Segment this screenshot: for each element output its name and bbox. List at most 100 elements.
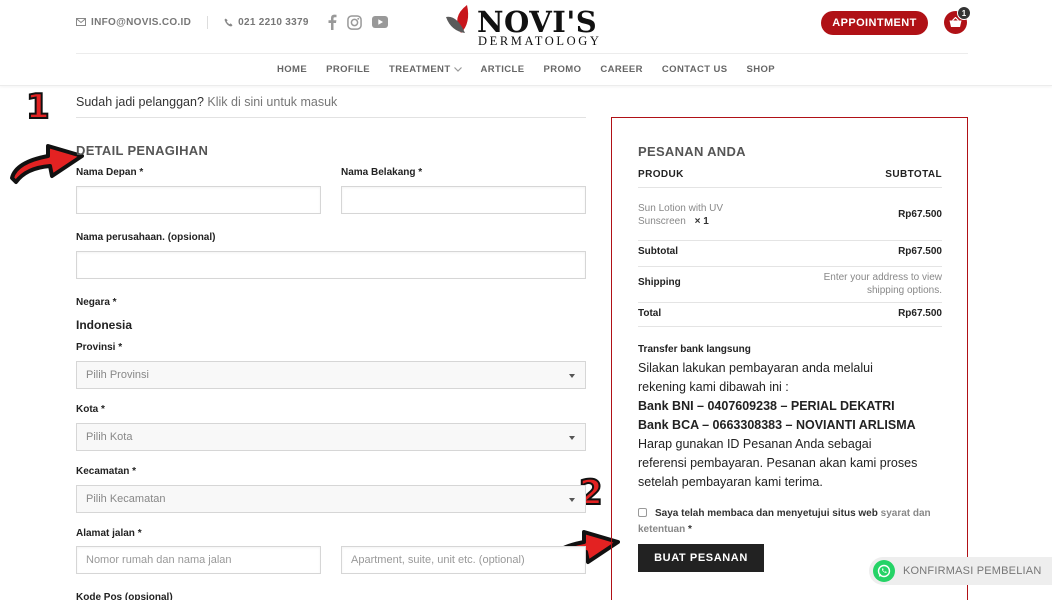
appointment-button[interactable]: APPOINTMENT — [821, 11, 928, 35]
order-item-name-line2: Sunscreen — [638, 216, 686, 227]
youtube-icon[interactable] — [371, 16, 388, 28]
shipping-note: Enter your address to view shipping opti… — [824, 271, 942, 297]
payment-instructions-3: Harap gunakan ID Pesanan Anda sebagai — [638, 437, 872, 451]
whatsapp-label: KONFIRMASI PEMBELIAN — [903, 565, 1042, 577]
login-link[interactable]: Klik di sini untuk masuk — [207, 95, 337, 109]
caret-down-icon — [569, 436, 575, 440]
province-placeholder: Pilih Provinsi — [86, 369, 149, 381]
nav-treatment[interactable]: TREATMENT — [389, 64, 462, 75]
first-name-input[interactable] — [76, 186, 321, 214]
order-item-price: Rp67.500 — [898, 209, 942, 220]
terms-required-mark: * — [688, 524, 692, 535]
site-header: INFO@NOVIS.CO.ID 021 2210 3379 NOVI'S DE… — [0, 0, 1052, 86]
order-divider — [638, 187, 942, 188]
shipping-note-line2: shipping options. — [866, 285, 942, 296]
bank-bca: Bank BCA – 0663308383 – NOVIANTI ARLISMA — [638, 418, 916, 432]
address-line2-placeholder: Apartment, suite, unit etc. (optional) — [351, 554, 525, 566]
postcode-label: Kode Pos (opsional) — [76, 592, 173, 600]
email-text: INFO@NOVIS.CO.ID — [91, 16, 192, 28]
caret-down-icon — [569, 374, 575, 378]
bank-bni: Bank BNI – 0407609238 – PERIAL DEKATRI — [638, 399, 895, 413]
terms-text: Saya telah membaca dan menyetujui situs … — [655, 508, 878, 519]
nav-treatment-label: TREATMENT — [389, 64, 451, 75]
payment-instructions-1: Silakan lakukan pembayaran anda melalui — [638, 361, 873, 375]
company-input[interactable] — [76, 251, 586, 279]
province-label: Provinsi * — [76, 342, 123, 353]
province-select[interactable]: Pilih Provinsi — [76, 361, 586, 389]
order-summary: PESANAN ANDA PRODUK SUBTOTAL Sun Lotion … — [611, 117, 968, 600]
caret-down-icon — [569, 498, 575, 502]
subtotal-row: Subtotal Rp67.500 — [638, 246, 942, 260]
login-prompt-text: Sudah jadi pelanggan? — [76, 95, 204, 109]
email-link[interactable]: INFO@NOVIS.CO.ID — [76, 17, 191, 28]
total-label: Total — [638, 308, 662, 319]
nav-divider — [76, 53, 968, 54]
payment-instructions-5: setelah pembayaran kami terima. — [638, 475, 823, 489]
social-links — [327, 14, 388, 30]
payment-method-title: Transfer bank langsung — [638, 344, 751, 355]
login-divider — [76, 117, 586, 118]
shipping-label: Shipping — [638, 277, 681, 288]
country-label: Negara * — [76, 297, 117, 308]
col-product: PRODUK — [638, 169, 684, 180]
subtotal-value: Rp67.500 — [898, 246, 942, 257]
contact-divider — [207, 15, 209, 29]
terms-agreement: Saya telah membaca dan menyetujui situs … — [638, 506, 948, 538]
contact-bar: INFO@NOVIS.CO.ID 021 2210 3379 — [76, 14, 388, 30]
last-name-label: Nama Belakang * — [341, 167, 423, 178]
col-subtotal: SUBTOTAL — [885, 169, 942, 180]
nav-career[interactable]: CAREER — [600, 64, 643, 75]
first-name-label: Nama Depan * — [76, 167, 144, 178]
shipping-row: Shipping Enter your address to view ship… — [638, 271, 942, 299]
order-divider — [638, 266, 942, 267]
annotation-number-1: 1 — [25, 87, 51, 127]
order-item-row: Sun Lotion with UV Sunscreen × 1 Rp67.50… — [638, 202, 942, 230]
city-label: Kota * — [76, 404, 105, 415]
city-placeholder: Pilih Kota — [86, 431, 133, 443]
logo-subtitle: DERMATOLOGY — [478, 34, 602, 48]
company-label: Nama perusahaan. (opsional) — [76, 232, 216, 243]
login-prompt: Sudah jadi pelanggan? Klik di sini untuk… — [76, 95, 337, 109]
payment-instructions-2: rekening kami dibawah ini : — [638, 380, 789, 394]
terms-checkbox[interactable] — [638, 508, 647, 517]
place-order-button[interactable]: BUAT PESANAN — [638, 544, 764, 572]
order-divider — [638, 302, 942, 303]
last-name-input[interactable] — [341, 186, 586, 214]
order-title: PESANAN ANDA — [638, 144, 746, 159]
nav-home[interactable]: HOME — [277, 64, 307, 75]
billing-title: DETAIL PENAGIHAN — [76, 143, 209, 158]
nav-promo[interactable]: PROMO — [544, 64, 582, 75]
district-select[interactable]: Pilih Kecamatan — [76, 485, 586, 513]
nav-contact-us[interactable]: CONTACT US — [662, 64, 728, 75]
leaf-logo-icon — [446, 5, 469, 33]
cart-count-badge: 1 — [957, 6, 971, 20]
address-line1-input[interactable]: Nomor rumah dan nama jalan — [76, 546, 321, 574]
nav-profile[interactable]: PROFILE — [326, 64, 370, 75]
address-line2-input[interactable]: Apartment, suite, unit etc. (optional) — [341, 546, 586, 574]
whatsapp-confirm-button[interactable]: KONFIRMASI PEMBELIAN — [869, 557, 1052, 585]
order-divider — [638, 240, 942, 241]
chevron-down-icon — [453, 67, 462, 72]
order-item-name: Sun Lotion with UV Sunscreen × 1 — [638, 202, 723, 228]
nav-shop[interactable]: SHOP — [746, 64, 775, 75]
main-nav: HOME PROFILE TREATMENT ARTICLE PROMO CAR… — [0, 64, 1052, 75]
phone-icon — [224, 17, 233, 27]
instagram-icon[interactable] — [346, 14, 362, 30]
order-table-header: PRODUK SUBTOTAL — [638, 169, 942, 183]
annotation-arrow-1-icon — [10, 144, 84, 184]
facebook-icon[interactable] — [327, 14, 337, 30]
order-divider — [638, 326, 942, 327]
subtotal-label: Subtotal — [638, 246, 678, 257]
nav-article[interactable]: ARTICLE — [481, 64, 525, 75]
site-logo[interactable]: NOVI'S DERMATOLOGY — [445, 3, 605, 48]
country-value: Indonesia — [76, 318, 133, 332]
payment-instructions-4: referensi pembayaran. Pesanan akan kami … — [638, 456, 918, 470]
total-value: Rp67.500 — [898, 308, 942, 319]
order-item-qty: × 1 — [694, 216, 709, 227]
shipping-note-line1: Enter your address to view — [823, 272, 942, 283]
phone-link[interactable]: 021 2210 3379 — [224, 17, 309, 28]
order-item-name-line1: Sun Lotion with UV — [638, 203, 724, 214]
city-select[interactable]: Pilih Kota — [76, 423, 586, 451]
total-row: Total Rp67.500 — [638, 308, 942, 322]
whatsapp-icon — [873, 560, 895, 582]
